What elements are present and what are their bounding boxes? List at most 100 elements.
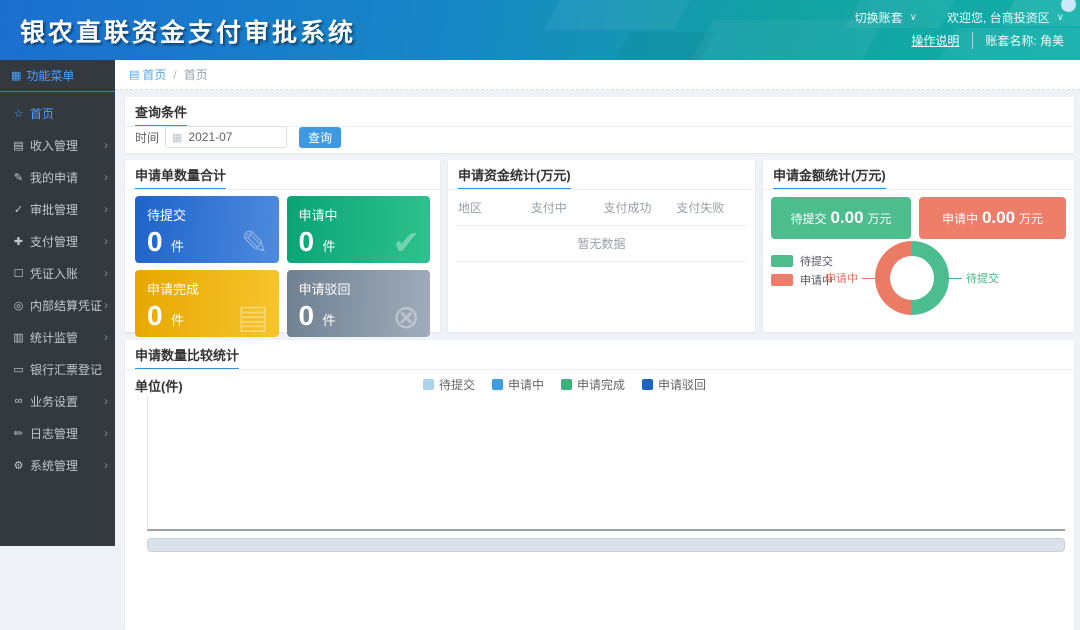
legend-swatch	[423, 379, 434, 390]
col-pay-success: 支付成功	[602, 190, 675, 226]
application-count-panel: 申请单数量合计 待提交 0 件 ✎ 申请中 0 件 ✔ 申请完成 0 件 ▤	[125, 160, 440, 332]
tile-completed: 申请完成 0 件 ▤	[135, 270, 279, 337]
chevron-right-icon: ›	[104, 426, 108, 440]
time-label: 时间	[135, 129, 159, 146]
tile-rejected: 申请驳回 0 件 ⊗	[287, 270, 431, 337]
legend-item-applying[interactable]: 申请中	[492, 376, 544, 393]
sidebar-item-business-settings[interactable]: ∞ 业务设置 ›	[0, 385, 115, 417]
tile-pending-submit: 待提交 0 件 ✎	[135, 196, 279, 263]
comparison-panel-title: 申请数量比较统计	[135, 345, 239, 370]
funds-statistics-panel: 申请资金统计(万元) 地区 支付中 支付成功 支付失败 暂无数据	[448, 160, 755, 332]
empty-data-text: 暂无数据	[456, 226, 747, 262]
sidebar-item-internal-settlement[interactable]: ◎ 内部结算凭证 ›	[0, 289, 115, 321]
query-form: 时间 ▦ 查询	[135, 126, 341, 148]
header-user-area: 切换账套 ∨ 欢迎您, 台商投资区 ∨ 操作说明 账套名称: 角美	[855, 6, 1064, 52]
sidebar-item-income[interactable]: ▤ 收入管理 ›	[0, 129, 115, 161]
donut-callout-line	[862, 278, 875, 279]
legend-item-complete[interactable]: 申请完成	[561, 376, 625, 393]
sidebar-item-voucher-entry[interactable]: ☐ 凭证入账 ›	[0, 257, 115, 289]
legend-item-pending-submit[interactable]: 待提交	[423, 376, 475, 393]
legend-item-rejected[interactable]: 申请驳回	[642, 376, 706, 393]
donut-label-pending: 待提交	[949, 270, 999, 286]
amount-panel-title: 申请金额统计(万元)	[773, 165, 886, 190]
legend-swatch	[492, 379, 503, 390]
card-icon: ▭	[11, 363, 26, 376]
donut-callout-line	[949, 278, 962, 279]
target-icon: ◎	[11, 299, 26, 312]
chevron-down-icon: ∨	[1057, 12, 1064, 23]
document-icon: ▤	[237, 300, 268, 333]
briefcase-icon: ☐	[11, 267, 26, 280]
sidebar-item-bank-draft[interactable]: ▭ 银行汇票登记	[0, 353, 115, 385]
switch-account-label: 切换账套	[855, 9, 903, 26]
legend-swatch	[561, 379, 572, 390]
donut-label-inprogress: 申请中	[825, 270, 875, 286]
main-content: ▤ 首页 / 首页 查询条件 时间 ▦ 查询 申请单数量合计 待提交 0 件	[115, 60, 1080, 546]
breadcrumb: ▤ 首页 / 首页	[115, 60, 1080, 90]
amount-statistics-panel: 申请金额统计(万元) 待提交 0.00 万元 申请中 0.00 万元 待提交 申…	[763, 160, 1074, 332]
check-icon: ✓	[11, 203, 26, 216]
funds-panel-title: 申请资金统计(万元)	[458, 165, 571, 190]
bar-chart-legend: 待提交 申请中 申请完成 申请驳回	[125, 376, 1074, 393]
document-icon: ▤	[11, 139, 26, 152]
col-region: 地区	[456, 190, 529, 226]
chevron-right-icon: ›	[104, 234, 108, 248]
grid-icon: ▦	[11, 69, 21, 82]
query-panel-title: 查询条件	[135, 102, 187, 127]
donut-chart	[875, 241, 949, 315]
count-tiles: 待提交 0 件 ✎ 申请中 0 件 ✔ 申请完成 0 件 ▤ 申请驳回 0 件	[125, 190, 440, 337]
switch-account-dropdown[interactable]: 切换账套 ∨	[855, 9, 917, 26]
doc-reject-icon: ⊗	[392, 300, 420, 333]
sidebar-menu: ☆ 首页 ▤ 收入管理 › ✎ 我的申请 › ✓ 审批管理 › ✚ 支付管理 ›…	[0, 92, 115, 481]
time-picker[interactable]: ▦	[165, 126, 287, 148]
query-conditions-panel: 查询条件 时间 ▦ 查询	[125, 97, 1074, 153]
sidebar-item-payment[interactable]: ✚ 支付管理 ›	[0, 225, 115, 257]
sidebar-item-my-applications[interactable]: ✎ 我的申请 ›	[0, 161, 115, 193]
sidebar-item-system[interactable]: ⚙ 系统管理 ›	[0, 449, 115, 481]
header-decor-shape	[544, 0, 696, 30]
operation-help-link[interactable]: 操作说明	[911, 32, 973, 49]
sidebar-item-log[interactable]: ✏ 日志管理 ›	[0, 417, 115, 449]
sidebar-item-home[interactable]: ☆ 首页	[0, 97, 115, 129]
comparison-chart-panel: 申请数量比较统计 单位(件) 待提交 申请中 申请完成 申请	[125, 340, 1074, 630]
chevron-right-icon: ›	[104, 298, 108, 312]
sidebar-item-approval[interactable]: ✓ 审批管理 ›	[0, 193, 115, 225]
count-panel-title: 申请单数量合计	[135, 165, 226, 190]
page-icon: ▤	[129, 68, 139, 81]
chevron-down-icon: ∨	[910, 12, 917, 23]
star-icon: ☆	[11, 107, 26, 120]
breadcrumb-current: 首页	[184, 66, 208, 83]
search-button[interactable]: 查询	[299, 127, 341, 148]
time-input[interactable]	[188, 130, 280, 144]
chevron-right-icon: ›	[104, 330, 108, 344]
legend-swatch	[642, 379, 653, 390]
menu-header-label: 功能菜单	[26, 67, 74, 84]
app-header: 银农直联资金支付审批系统 切换账套 ∨ 欢迎您, 台商投资区 ∨ 操作说明 账套…	[0, 0, 1080, 60]
header-decor-shape	[610, 32, 715, 60]
funds-table: 地区 支付中 支付成功 支付失败 暂无数据	[456, 190, 747, 262]
edit-doc-icon: ✎	[241, 226, 269, 259]
plus-icon: ✚	[11, 235, 26, 248]
donut-chart-area: 申请中 待提交	[763, 237, 1074, 332]
gear-icon: ⚙	[11, 459, 26, 472]
chart-horizontal-scrollbar[interactable]	[147, 538, 1065, 552]
list-check-icon: ✔	[392, 226, 420, 259]
edit-icon: ✏	[11, 427, 26, 440]
chevron-right-icon: ›	[104, 394, 108, 408]
amount-buttons: 待提交 0.00 万元 申请中 0.00 万元	[763, 190, 1074, 239]
inprogress-amount-button[interactable]: 申请中 0.00 万元	[919, 197, 1066, 239]
account-name-label: 账套名称: 角美	[985, 32, 1064, 49]
breadcrumb-separator: /	[173, 68, 176, 82]
col-paying: 支付中	[529, 190, 602, 226]
breadcrumb-home-link[interactable]: 首页	[142, 66, 166, 83]
tile-in-progress: 申请中 0 件 ✔	[287, 196, 431, 263]
sidebar-menu-header: ▦ 功能菜单	[0, 60, 115, 92]
chevron-right-icon: ›	[104, 458, 108, 472]
welcome-user-dropdown[interactable]: 欢迎您, 台商投资区 ∨	[947, 9, 1064, 26]
pencil-icon: ✎	[11, 171, 26, 184]
bar-chart-plot-area	[147, 396, 1065, 531]
sidebar-item-statistics[interactable]: ▥ 统计监管 ›	[0, 321, 115, 353]
app-title: 银农直联资金支付审批系统	[20, 13, 356, 49]
pending-amount-button[interactable]: 待提交 0.00 万元	[771, 197, 911, 239]
link-icon: ∞	[11, 395, 26, 407]
